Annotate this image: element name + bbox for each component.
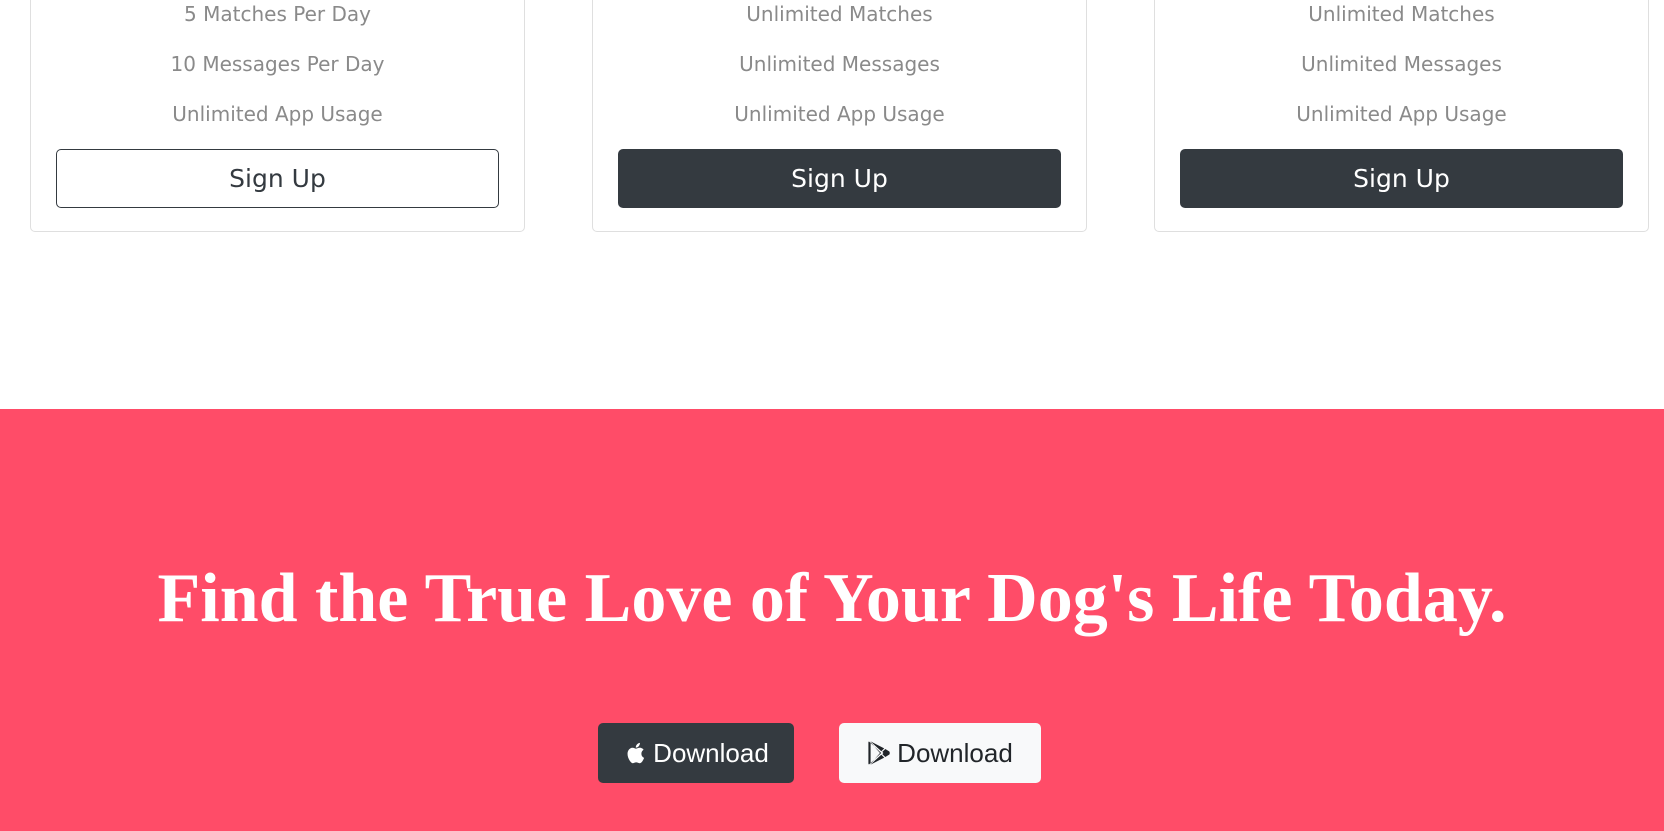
sign-up-button[interactable]: Sign Up	[618, 149, 1061, 208]
feature-item: Unlimited App Usage	[172, 102, 383, 126]
apple-download-button[interactable]: Download	[598, 723, 794, 783]
feature-item: 10 Messages Per Day	[170, 52, 385, 76]
feature-item: Unlimited Messages	[739, 52, 940, 76]
download-label: Download	[653, 738, 769, 768]
cta-section: Find the True Love of Your Dog's Life To…	[0, 409, 1664, 831]
cta-heading: Find the True Love of Your Dog's Life To…	[157, 560, 1507, 637]
sign-up-button[interactable]: Sign Up	[56, 149, 499, 208]
feature-item: Unlimited App Usage	[734, 102, 945, 126]
feature-item: Unlimited Messages	[1301, 52, 1502, 76]
pricing-card-chihuahua: 5 Matches Per Day 10 Messages Per Day Un…	[30, 0, 525, 232]
feature-item: Unlimited Matches	[746, 2, 933, 26]
pricing-card-mastiff: Unlimited Matches Unlimited Messages Unl…	[1154, 0, 1649, 232]
apple-icon	[623, 740, 647, 766]
google-play-icon	[867, 740, 891, 766]
pricing-section: 5 Matches Per Day 10 Messages Per Day Un…	[0, 0, 1664, 409]
feature-item: Unlimited Matches	[1308, 2, 1495, 26]
google-play-download-button[interactable]: Download	[839, 723, 1041, 783]
feature-item: 5 Matches Per Day	[184, 2, 371, 26]
download-label: Download	[897, 738, 1013, 768]
feature-item: Unlimited App Usage	[1296, 102, 1507, 126]
pricing-card-labrador: Unlimited Matches Unlimited Messages Unl…	[592, 0, 1087, 232]
sign-up-button[interactable]: Sign Up	[1180, 149, 1623, 208]
